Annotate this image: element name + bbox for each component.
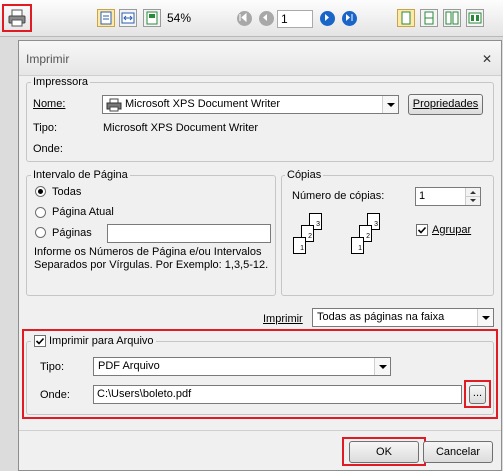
- printer-name-value: Microsoft XPS Document Writer: [125, 98, 281, 110]
- print-to-file-highlight: [22, 329, 498, 419]
- printer-icon: [106, 98, 122, 112]
- range-pages-input[interactable]: [107, 224, 271, 243]
- range-pages-label[interactable]: Páginas: [52, 227, 92, 240]
- printer-where-label: Onde:: [33, 143, 63, 155]
- printer-type-label: Tipo:: [33, 122, 58, 134]
- prev-page-button[interactable]: [259, 11, 274, 26]
- cancel-button-label: Cancelar: [435, 446, 481, 458]
- ok-button-highlight: [342, 437, 426, 466]
- fit-screen-icon: [468, 12, 482, 24]
- print-button-highlight: [2, 4, 32, 32]
- multi-page-button[interactable]: [443, 9, 461, 27]
- range-hint-text: Informe os Números de Página e/ou Interv…: [34, 246, 269, 271]
- copies-legend: Cópias: [285, 169, 324, 181]
- dialog-title-bar: Imprimir ✕: [19, 41, 501, 76]
- prev-page-icon: [263, 14, 267, 21]
- dialog-title: Imprimir: [26, 52, 70, 66]
- first-page-button[interactable]: [237, 11, 252, 26]
- spinner-arrows-icon: [466, 191, 480, 202]
- copies-count-input[interactable]: 1: [415, 187, 481, 206]
- two-page-button[interactable]: [420, 9, 438, 27]
- page-1-icon: 1: [351, 237, 364, 254]
- page-fit-icon: [121, 12, 135, 24]
- page-1-icon: 1: [293, 237, 306, 254]
- range-current-label[interactable]: Página Atual: [52, 206, 114, 219]
- range-all-label[interactable]: Todas: [52, 186, 81, 199]
- close-icon: ✕: [481, 52, 493, 66]
- single-page-button[interactable]: [397, 9, 415, 27]
- page-fit-button[interactable]: [119, 9, 137, 27]
- collate-illustration-2: 3 2 1: [349, 213, 389, 271]
- zoom-value[interactable]: 54%: [167, 11, 191, 25]
- last-page-icon: [346, 14, 353, 21]
- fit-screen-button[interactable]: [466, 9, 484, 27]
- cancel-button[interactable]: Cancelar: [423, 441, 493, 463]
- page-width-icon: [146, 11, 158, 25]
- checkmark-icon: [417, 226, 427, 234]
- multi-page-icon: [445, 11, 459, 25]
- page-view-icon: [100, 11, 112, 25]
- first-page-icon: [239, 12, 247, 23]
- two-page-icon: [424, 11, 434, 25]
- printer-name-label: Nome:: [33, 98, 66, 110]
- last-page-button[interactable]: [342, 11, 357, 26]
- next-page-icon: [325, 14, 329, 21]
- dialog-separator: [19, 430, 501, 431]
- page-width-button[interactable]: [143, 9, 161, 27]
- printer-type-value: Microsoft XPS Document Writer: [103, 122, 259, 134]
- print-scope-select[interactable]: Todas as páginas na faixa: [312, 308, 494, 327]
- collate-label[interactable]: Agrupar: [432, 224, 471, 237]
- copies-spinner[interactable]: [465, 188, 480, 205]
- viewer-toolbar: 54% 1: [0, 0, 503, 37]
- chevron-down-icon: [382, 96, 398, 113]
- printer-group-legend: Impressora: [31, 76, 91, 88]
- printer-name-select[interactable]: Microsoft XPS Document Writer: [102, 95, 399, 114]
- properties-button-label: Propriedades: [412, 98, 479, 110]
- page-range-legend: Intervalo de Página: [31, 169, 130, 181]
- close-button[interactable]: ✕: [479, 51, 495, 67]
- print-scope-label: Imprimir: [263, 313, 303, 325]
- page-number-input[interactable]: 1: [277, 10, 313, 28]
- print-scope-value: Todas as páginas na faixa: [317, 311, 445, 323]
- chevron-down-icon: [477, 309, 493, 326]
- single-page-icon: [401, 11, 411, 25]
- properties-button[interactable]: Propriedades: [408, 94, 483, 115]
- range-current-radio[interactable]: [35, 207, 46, 218]
- copies-count-value: 1: [419, 190, 426, 202]
- collate-checkbox[interactable]: [416, 224, 428, 236]
- range-pages-radio[interactable]: [35, 227, 46, 238]
- next-page-button[interactable]: [320, 11, 335, 26]
- copies-count-label: Número de cópias:: [292, 190, 385, 202]
- collate-illustration-1: 3 2 1: [291, 213, 331, 271]
- page-view-button[interactable]: [97, 9, 115, 27]
- range-all-radio[interactable]: [35, 186, 46, 197]
- print-dialog: Imprimir ✕ Impressora Nome: Microsoft XP…: [18, 40, 502, 471]
